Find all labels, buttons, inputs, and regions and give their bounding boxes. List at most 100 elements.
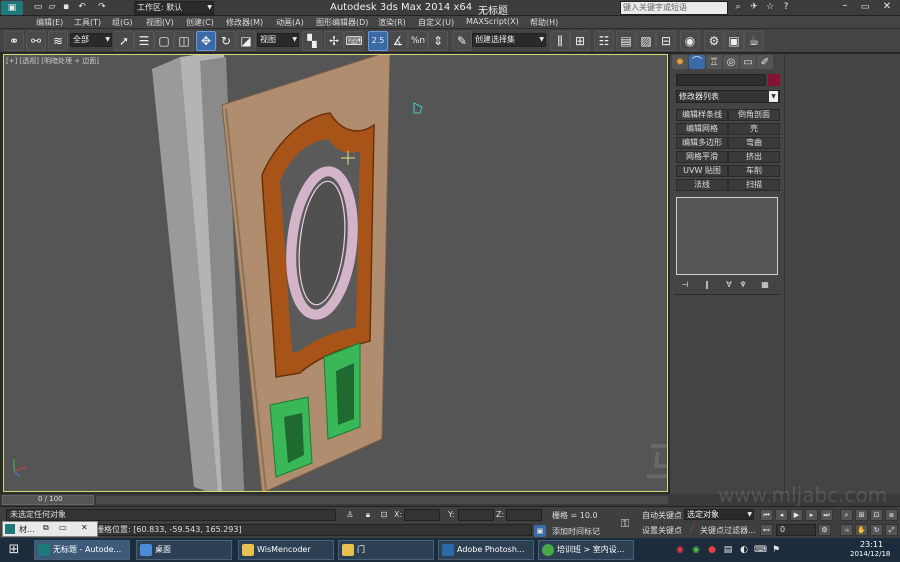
- unlink-icon[interactable]: ⚯: [26, 31, 46, 51]
- play-icon[interactable]: ▶: [790, 509, 803, 521]
- tray-flag-icon[interactable]: ⚑: [770, 543, 782, 557]
- select-by-name-icon[interactable]: ☰: [134, 31, 154, 51]
- display-tab-icon[interactable]: ▭: [740, 55, 756, 69]
- app-logo-icon[interactable]: ▣: [1, 1, 23, 15]
- mini-panel-maximize-icon[interactable]: ▭: [59, 523, 67, 532]
- pivot-center-icon[interactable]: ▚: [302, 31, 322, 51]
- menu-modifiers[interactable]: 修改器(M): [226, 17, 263, 28]
- keyboard-shortcut-icon[interactable]: ⌨: [344, 31, 364, 51]
- search-input[interactable]: 键入关键字或短语: [620, 1, 728, 15]
- sweep-button[interactable]: 扫描: [728, 179, 780, 191]
- rect-selection-icon[interactable]: ▢: [154, 31, 174, 51]
- zoom-extents-all-icon[interactable]: ⧈: [885, 509, 898, 521]
- bind-space-warp-icon[interactable]: ≋: [48, 31, 68, 51]
- absolute-mode-icon[interactable]: ⊡: [378, 509, 390, 521]
- pan-view-icon[interactable]: ✋: [855, 524, 868, 536]
- setkey-button[interactable]: 设置关键点: [642, 525, 682, 536]
- percent-snap-icon[interactable]: %n: [408, 31, 428, 51]
- snap-toggle-icon[interactable]: 2.5: [368, 31, 388, 51]
- clock-date[interactable]: 2014/12/18: [850, 550, 890, 558]
- next-frame-icon[interactable]: ▸: [805, 509, 818, 521]
- edit-poly-button[interactable]: 编辑多边形: [676, 137, 728, 149]
- lock-selection-icon[interactable]: ♙: [344, 509, 356, 521]
- menu-help[interactable]: 帮助(H): [530, 17, 558, 28]
- menu-maxscript[interactable]: MAXScript(X): [466, 17, 519, 26]
- mini-panel[interactable]: 材... ⧉ ▭ ✕: [2, 521, 98, 537]
- meshsmooth-button[interactable]: 网格平滑: [676, 151, 728, 163]
- key-mode-toggle-icon[interactable]: ⊷: [760, 524, 773, 536]
- orbit-icon[interactable]: ↻: [870, 524, 883, 536]
- communication-icon[interactable]: ✈: [748, 1, 760, 14]
- taskbar-item-3dsmax[interactable]: 无标题 - Autode...: [34, 540, 130, 560]
- y-coordinate-field[interactable]: [458, 509, 494, 521]
- edit-spline-button[interactable]: 编辑样条线: [676, 109, 728, 121]
- align-icon[interactable]: ⊞: [570, 31, 590, 51]
- spinner-snap-icon[interactable]: ⇕: [428, 31, 448, 51]
- render-setup-icon[interactable]: ⚙: [704, 31, 724, 51]
- shell-button[interactable]: 壳: [728, 123, 780, 135]
- previous-frame-icon[interactable]: ◂: [775, 509, 788, 521]
- graphite-ribbon-icon[interactable]: ▤: [616, 31, 636, 51]
- hierarchy-tab-icon[interactable]: ♖: [706, 55, 722, 69]
- go-to-end-icon[interactable]: ⏭: [820, 509, 833, 521]
- menu-graph-editors[interactable]: 图形编辑器(D): [316, 17, 368, 28]
- menu-group[interactable]: 组(G): [112, 17, 132, 28]
- named-selection-set-select[interactable]: 创建选择集 ▼: [472, 33, 546, 47]
- selection-lock-icon[interactable]: 🔒︎: [362, 509, 374, 521]
- tray-update-icon[interactable]: ◉: [690, 543, 702, 557]
- material-editor-icon[interactable]: ◉: [680, 31, 700, 51]
- rendered-frame-icon[interactable]: ▣: [724, 31, 744, 51]
- mini-panel-close-icon[interactable]: ✕: [81, 523, 88, 532]
- help-icon[interactable]: ?: [780, 1, 792, 14]
- save-icon[interactable]: ▪: [60, 1, 72, 14]
- menu-create[interactable]: 创建(C): [186, 17, 214, 28]
- maximize-viewport-icon[interactable]: ⤢: [885, 524, 898, 536]
- autokey-button[interactable]: 自动关键点: [642, 510, 682, 521]
- track-bar[interactable]: [96, 496, 668, 504]
- tray-input-icon[interactable]: ⌨: [754, 543, 767, 557]
- perspective-viewport[interactable]: [+] [透视] [明暗处理 + 边面] 马良中国: [3, 54, 668, 492]
- rotate-icon[interactable]: ↻: [216, 31, 236, 51]
- taskbar-item-wismencoder[interactable]: WisMencoder: [238, 540, 334, 560]
- x-coordinate-field[interactable]: [404, 509, 440, 521]
- object-name-field[interactable]: [676, 74, 766, 86]
- close-icon[interactable]: ✕: [876, 0, 898, 14]
- uvw-map-button[interactable]: UVW 贴图: [676, 165, 728, 177]
- selected-object-select[interactable]: 选定对象 ▼: [684, 509, 754, 520]
- key-mode-icon[interactable]: ⚿: [616, 517, 634, 531]
- open-file-icon[interactable]: ▱: [46, 1, 58, 14]
- layer-manager-icon[interactable]: ☷: [594, 31, 614, 51]
- schematic-view-icon[interactable]: ⊟: [656, 31, 676, 51]
- bevel-profile-button[interactable]: 倒角剖面: [728, 109, 780, 121]
- z-coordinate-field[interactable]: [506, 509, 542, 521]
- go-to-start-icon[interactable]: ⏮: [760, 509, 773, 521]
- angle-snap-icon[interactable]: ∡: [388, 31, 408, 51]
- key-filter-graph-icon[interactable]: ⟋: [686, 523, 698, 535]
- minimize-icon[interactable]: –: [835, 0, 855, 14]
- taskbar-item-photoshop[interactable]: Adobe Photosh...: [438, 540, 534, 560]
- menu-animation[interactable]: 动画(A): [276, 17, 304, 28]
- curve-editor-icon[interactable]: ▨: [636, 31, 656, 51]
- key-filters-button[interactable]: 关键点过滤器...: [700, 525, 756, 536]
- utilities-tab-icon[interactable]: ✐: [757, 55, 773, 69]
- favorites-icon[interactable]: ☆: [764, 1, 776, 14]
- zoom-icon[interactable]: ⌕: [840, 509, 853, 521]
- reference-coordinate-select[interactable]: 视图 ▼: [257, 33, 299, 47]
- bend-button[interactable]: 弯曲: [728, 137, 780, 149]
- move-icon[interactable]: ✥: [196, 31, 216, 51]
- new-file-icon[interactable]: ▭: [32, 1, 44, 14]
- normal-button[interactable]: 法线: [676, 179, 728, 191]
- modify-tab-icon[interactable]: ⌒: [689, 55, 705, 69]
- selection-filter-select[interactable]: 全部 ▼: [70, 33, 112, 47]
- modifier-list-select[interactable]: 修改器列表 ▼: [676, 90, 780, 103]
- taskbar-item-desktop[interactable]: 桌面: [136, 540, 232, 560]
- zoom-all-icon[interactable]: ⊞: [855, 509, 868, 521]
- mini-panel-restore-icon[interactable]: ⧉: [43, 523, 49, 533]
- create-tab-icon[interactable]: ✹: [672, 55, 688, 69]
- select-object-icon[interactable]: ➚: [114, 31, 134, 51]
- edit-named-selection-icon[interactable]: ✎: [452, 31, 472, 51]
- scale-icon[interactable]: ◪: [236, 31, 256, 51]
- menu-edit[interactable]: 编辑(E): [36, 17, 63, 28]
- select-manipulate-icon[interactable]: ✢: [324, 31, 344, 51]
- maximize-icon[interactable]: ▭: [855, 0, 875, 14]
